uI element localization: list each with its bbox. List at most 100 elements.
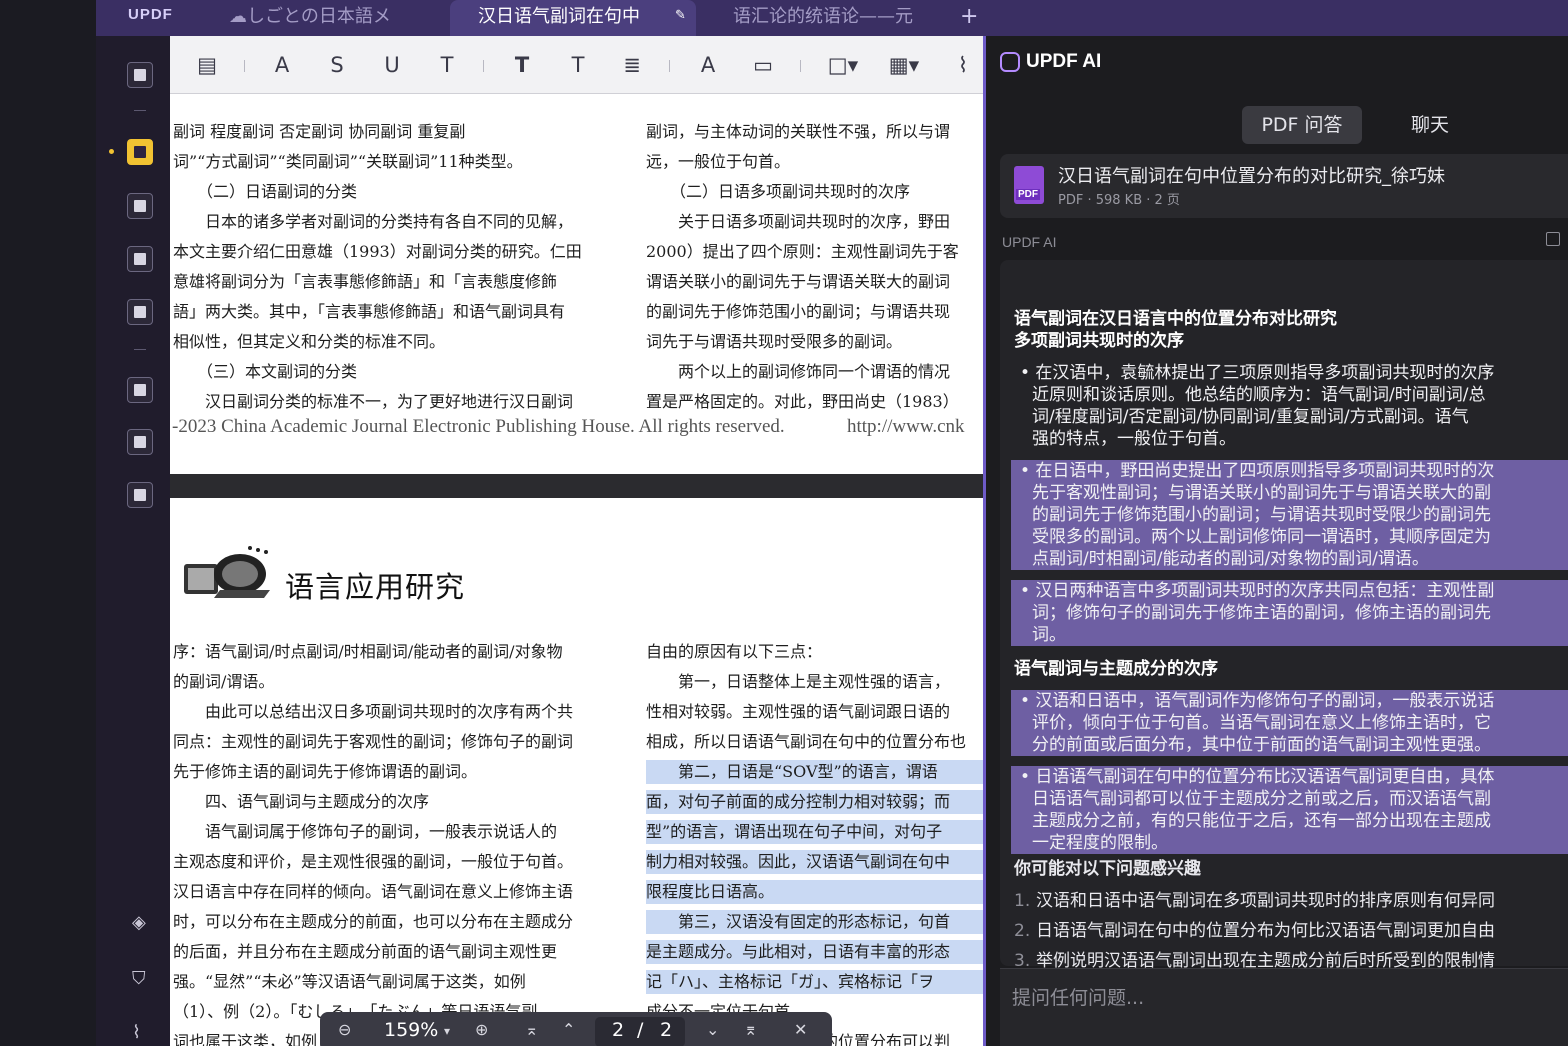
form-button[interactable] [127, 299, 153, 325]
updf-logo: UPDF [128, 6, 173, 23]
answer-line: • 汉语和日语中，语气副词作为修饰句子的副词，一般表示说话 [1020, 691, 1495, 711]
reader-mode-button[interactable] [127, 62, 153, 88]
text-line: 序：语气副词/时点副词/时相副词/能动者的副词/对象物 [173, 642, 563, 661]
text-line: 副词 程度副词 否定副词 协同副词 重复副 [173, 122, 466, 141]
new-tab-button[interactable]: + [960, 4, 978, 29]
underline-icon[interactable]: U [377, 52, 407, 78]
text-line: 语气副词属于修饰句子的副词，一般表示说话人的 [173, 822, 558, 841]
zoom-in-icon[interactable]: ⊕ [475, 1020, 488, 1039]
text-line: 第二，日语是“SOV型”的语言，谓语 [646, 760, 983, 784]
input-placeholder: 提问任何问题... [1012, 987, 1145, 1009]
pencil-icon[interactable]: A [693, 52, 723, 78]
edit-pdf-button[interactable] [127, 193, 153, 219]
text-line: 語」两大类。其中，「言表事態修飾語」和语气副词具有 [173, 302, 566, 321]
text-icon[interactable]: T [507, 52, 537, 78]
text-line: （二）日语副词的分类 [173, 182, 358, 201]
page-layout-button[interactable] [127, 246, 153, 272]
text-line: 是主题成分。与此相对，日语有丰富的形态 [646, 940, 983, 964]
pdf-file-icon: PDF [1014, 166, 1044, 204]
open-external-icon[interactable] [1546, 232, 1560, 246]
ai-response-label: UPDF AI [1002, 234, 1057, 250]
tab-label: 语汇论的统语论——元 [733, 6, 913, 27]
text-line: 同点：主观性的副词先于客观性的副词；修饰句子的副词 [173, 732, 574, 751]
bookmark-icon[interactable]: ⛉ [132, 968, 146, 989]
selection-highlight [1011, 624, 1568, 646]
pdf-page-2: 语言应用研究 序：语气副词/时点副词/时相副词/能动者的副词/对象物 的副词/谓语… [170, 498, 983, 1046]
toolbar-divider [483, 60, 484, 72]
squiggly-icon[interactable]: T [432, 52, 462, 78]
edit-icon [134, 200, 146, 212]
document-viewer[interactable]: ▤ A S U T T T ≣ A ▭ □▾ ▦▾ ⌇ 副词 程度副词 否定副词… [170, 36, 983, 1046]
strikethrough-icon[interactable]: S [322, 52, 352, 78]
tab-pdf-qa[interactable]: PDF 问答 [1242, 106, 1362, 144]
answer-line: 受限多的副词。两个以上副词修饰同一谓语时，其顺序固定为 [1032, 527, 1491, 547]
convert-button[interactable] [127, 482, 153, 508]
text-line: 相似性，但其定义和分类的标准不同。 [173, 332, 446, 351]
eraser-icon[interactable]: ▭ [748, 52, 778, 78]
text-line: 两个以上的副词修饰同一个谓语的情况 [646, 362, 951, 381]
suggestion-item[interactable]: 2. 日语语气副词在句中的位置分布为何比汉语语气副词更加自由 [1014, 916, 1495, 941]
answer-line: 一定程度的限制。 [1032, 833, 1168, 853]
ai-question-input[interactable]: 提问任何问题... [1000, 968, 1568, 1046]
ai-panel-title: UPDF AI [1026, 51, 1102, 72]
edit-tab-name-icon[interactable]: ✎ [675, 8, 686, 23]
updf-window: UPDF ☁しごとの日本語メ 汉日语气副词在句中 ✎ 语汇论的统语论——元 + … [0, 0, 1568, 1046]
measure-icon[interactable]: ▦▾ [886, 52, 922, 78]
answer-line: 先于客观性副词；与谓语关联小的副词先于与谓语关联大的副 [1032, 483, 1491, 503]
last-page-icon[interactable]: ⌆ [744, 1020, 757, 1039]
suggestion-item[interactable]: 1. 汉语和日语中语气副词在多项副词共现时的排序原则有何异同 [1014, 886, 1495, 911]
shape-icon[interactable]: □▾ [825, 52, 861, 78]
zoom-navigation-bar: ⊖ 159% ▾ ⊕ ⌅ ⌃ 2 / 2 ⌄ ⌆ ✕ [320, 1012, 832, 1046]
text-line: 副词，与主体动词的关联性不强，所以与谓 [646, 122, 951, 141]
text-line: 2000）提出了四个原则：主观性副词先于客 [646, 242, 959, 261]
zoom-out-icon[interactable]: ⊖ [338, 1020, 351, 1039]
zoom-level[interactable]: 159% [384, 1019, 438, 1041]
suggestions-title: 你可能对以下问题感兴趣 [1014, 859, 1201, 879]
pages-icon [134, 384, 146, 396]
text-callout-icon[interactable]: ≣ [617, 52, 647, 78]
attached-file-card[interactable]: PDF 汉日语气副词在句中位置分布的对比研究_徐巧妹 PDF · 598 KB … [1000, 154, 1568, 218]
answer-line: 的副词先于修饰范围小的副词；与谓语共现时受限少的副词先 [1032, 505, 1491, 525]
active-indicator [109, 149, 114, 154]
crop-button[interactable] [127, 429, 153, 455]
tab-document-2[interactable]: 汉日语气副词在句中 [450, 0, 696, 36]
total-pages: 2 [660, 1019, 673, 1041]
text-line: 本文主要介绍仁田意雄（1993）对副词分类的研究。仁田 [173, 242, 582, 261]
attachment-icon[interactable]: ⌇ [132, 1022, 141, 1043]
current-page[interactable]: 2 [612, 1019, 624, 1041]
answer-line: • 日语语气副词在句中的位置分布比汉语语气副词更自由，具体 [1020, 767, 1495, 787]
ai-assistant-panel: UPDF AI PDF 问答 聊天 PDF 汉日语气副词在句中位置分布的对比研究… [986, 36, 1568, 1046]
text-line: 第一，日语整体上是主观性强的语言， [646, 672, 951, 691]
highlight-icon[interactable]: A [267, 52, 297, 78]
zoom-dropdown-icon[interactable]: ▾ [444, 1024, 450, 1038]
answer-line: 词；修饰句子的副词先于修饰主语的副词，修饰主语的副词先 [1032, 603, 1491, 623]
attachment-icon[interactable]: ⌇ [948, 52, 978, 78]
left-tool-rail: ◈ ⛉ ⌇ [96, 36, 170, 1046]
section-title: 语言应用研究 [285, 570, 466, 604]
tab-document-3[interactable]: 语汇论的统语论——元 [705, 0, 925, 36]
organize-pages-button[interactable] [127, 377, 153, 403]
text-line: 记「ハ」、主格标记「ガ」、宾格标记「ヲ [646, 970, 983, 994]
close-icon[interactable]: ✕ [794, 1020, 807, 1039]
text-line: 制力相对较强。因此，汉语语气副词在句中 [646, 850, 983, 874]
text-line: 限程度比日语高。 [646, 880, 983, 904]
text-line: （二）日语多项副词共现时的次序 [646, 182, 911, 201]
layers-icon[interactable]: ◈ [132, 912, 146, 933]
comment-mode-button[interactable] [127, 139, 153, 165]
text-line: 主观态度和评价，是主观性很强的副词，一般位于句首。 [173, 852, 574, 871]
tab-chat[interactable]: 聊天 [1370, 106, 1490, 144]
toolbar-divider [244, 60, 245, 72]
comment-icon[interactable]: ▤ [192, 52, 222, 78]
previous-page-icon[interactable]: ⌃ [562, 1020, 575, 1039]
answer-line: 点副词/时相副词/能动者的副词/对象物的副词/谓语。 [1032, 549, 1429, 569]
next-page-icon[interactable]: ⌄ [706, 1020, 719, 1039]
textbox-icon[interactable]: T [563, 52, 593, 78]
text-line: 的副词/谓语。 [173, 672, 275, 691]
text-line: 相成，所以日语语气副词在句中的位置分布也 [646, 732, 967, 751]
text-line: 置是严格固定的。对此，野田尚史（1983） [646, 392, 959, 411]
answer-line: 近原则和谈话原则。他总结的顺序为：语气副词/时间副词/总 [1032, 385, 1486, 405]
tab-document-1[interactable]: ☁しごとの日本語メ [201, 0, 449, 36]
text-line: 四、语气副词与主题成分的次序 [173, 792, 430, 811]
first-page-icon[interactable]: ⌅ [525, 1020, 538, 1039]
tab-label: 汉日语气副词在句中 [478, 6, 640, 27]
